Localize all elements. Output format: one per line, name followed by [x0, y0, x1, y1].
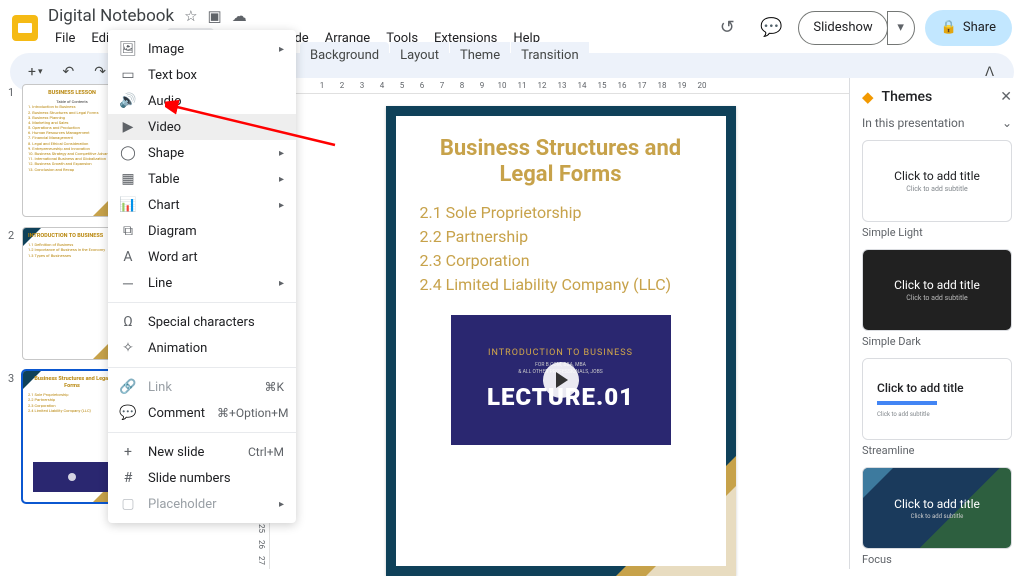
slide-numbers-icon: # [120, 470, 136, 486]
themes-subheader[interactable]: In this presentation⌄ [862, 116, 1012, 130]
insert-table[interactable]: ▦Table▸ [108, 166, 296, 192]
placeholder-icon: ▢ [120, 496, 136, 512]
insert-audio[interactable]: 🔊Audio [108, 88, 296, 114]
comments-icon[interactable]: 💬 [754, 11, 788, 45]
lock-icon: 🔒 [941, 20, 957, 35]
theme-button[interactable]: Theme [450, 42, 510, 69]
slides-logo[interactable] [12, 15, 38, 41]
insert-menu-dropdown: 🖼Image▸▭Text box🔊Audio▶Video◯Shape▸▦Tabl… [108, 30, 296, 523]
slide-canvas[interactable]: Business Structures and Legal Forms 2.1 … [386, 106, 736, 576]
move-icon[interactable]: ▣ [208, 7, 222, 25]
insert-chart[interactable]: 📊Chart▸ [108, 192, 296, 218]
theme-simple-dark[interactable]: Click to add titleClick to add subtitle [862, 249, 1012, 331]
diagram-icon: ⧉ [120, 223, 136, 239]
video-icon: ▶ [120, 119, 136, 135]
chevron-right-icon: ▸ [279, 174, 284, 185]
close-icon[interactable]: ✕ [1000, 89, 1012, 105]
theme-label: Streamline [862, 444, 1012, 457]
chevron-right-icon: ▸ [279, 148, 284, 159]
insert-line[interactable]: ─Line▸ [108, 270, 296, 296]
chevron-right-icon: ▸ [279, 44, 284, 55]
slideshow-button[interactable]: Slideshow [798, 11, 887, 45]
slide-number: 2 [8, 227, 18, 360]
share-button[interactable]: 🔒Share [925, 10, 1012, 46]
star-icon[interactable]: ☆ [184, 7, 197, 25]
insert-word-art[interactable]: AWord art [108, 244, 296, 270]
shape-icon: ◯ [120, 145, 136, 161]
insert-new-slide[interactable]: +New slideCtrl+M [108, 439, 296, 465]
themes-icon: ◆ [862, 88, 874, 106]
doc-title[interactable]: Digital Notebook [48, 6, 174, 26]
slide-body[interactable]: 2.1 Sole Proprietorship2.2 Partnership2.… [420, 201, 702, 297]
image-icon: 🖼 [120, 41, 136, 57]
play-icon[interactable] [543, 362, 579, 398]
insert-link: 🔗Link⌘K [108, 374, 296, 400]
insert-special-characters[interactable]: ΩSpecial characters [108, 309, 296, 335]
theme-streamline[interactable]: Click to add titleClick to add subtitle [862, 358, 1012, 440]
theme-simple-light[interactable]: Click to add titleClick to add subtitle [862, 140, 1012, 222]
chart-icon: 📊 [120, 197, 136, 213]
table-icon: ▦ [120, 171, 136, 187]
theme-label: Focus [862, 553, 1012, 566]
insert-comment[interactable]: 💬Comment⌘+Option+M [108, 400, 296, 426]
menu-file[interactable]: File [48, 28, 82, 49]
theme-focus[interactable]: Click to add titleClick to add subtitle [862, 467, 1012, 549]
chevron-right-icon: ▸ [279, 278, 284, 289]
line-icon: ─ [120, 275, 136, 291]
insert-placeholder: ▢Placeholder▸ [108, 491, 296, 517]
themes-title: Themes [882, 89, 993, 105]
insert-animation[interactable]: ✧Animation [108, 335, 296, 361]
layout-button[interactable]: Layout [390, 42, 449, 69]
slide-thumbnail-2[interactable]: INTRODUCTION TO BUSINESS1.1 Definition o… [22, 227, 122, 360]
insert-image[interactable]: 🖼Image▸ [108, 36, 296, 62]
insert-video[interactable]: ▶Video [108, 114, 296, 140]
embedded-video[interactable]: INTRODUCTION TO BUSINESS FOR B.COM, BBA,… [451, 315, 671, 445]
ruler-horizontal: 11234567891011121314151617181920 [270, 78, 849, 94]
slide-number: 3 [8, 370, 18, 503]
cloud-icon[interactable]: ☁ [232, 7, 247, 25]
slide-thumbnail-3[interactable]: Business Structures and Legal Forms2.1 S… [22, 370, 122, 503]
slide-title[interactable]: Business Structures and Legal Forms [420, 136, 702, 189]
slide-number: 1 [8, 84, 18, 217]
history-icon[interactable]: ↺ [710, 11, 744, 45]
slide-thumbnail-1[interactable]: BUSINESS LESSONTable of Contents1. Intro… [22, 84, 122, 217]
word-art-icon: A [120, 249, 136, 265]
animation-icon: ✧ [120, 340, 136, 356]
chevron-right-icon: ▸ [279, 200, 284, 211]
insert-diagram[interactable]: ⧉Diagram [108, 218, 296, 244]
insert-shape[interactable]: ◯Shape▸ [108, 140, 296, 166]
slideshow-dropdown[interactable]: ▾ [887, 11, 915, 45]
themes-panel: ◆ Themes ✕ In this presentation⌄ Click t… [849, 78, 1024, 569]
link-icon: 🔗 [120, 379, 136, 395]
insert-text-box[interactable]: ▭Text box [108, 62, 296, 88]
audio-icon: 🔊 [120, 93, 136, 109]
special-characters-icon: Ω [120, 314, 136, 330]
background-button[interactable]: Background [300, 42, 389, 69]
chevron-right-icon: ▸ [279, 499, 284, 510]
comment-icon: 💬 [120, 405, 136, 421]
insert-slide-numbers[interactable]: #Slide numbers [108, 465, 296, 491]
text-box-icon: ▭ [120, 67, 136, 83]
new-slide-icon: + [120, 444, 136, 460]
theme-label: Simple Light [862, 226, 1012, 239]
transition-button[interactable]: Transition [511, 42, 589, 69]
theme-label: Simple Dark [862, 335, 1012, 348]
